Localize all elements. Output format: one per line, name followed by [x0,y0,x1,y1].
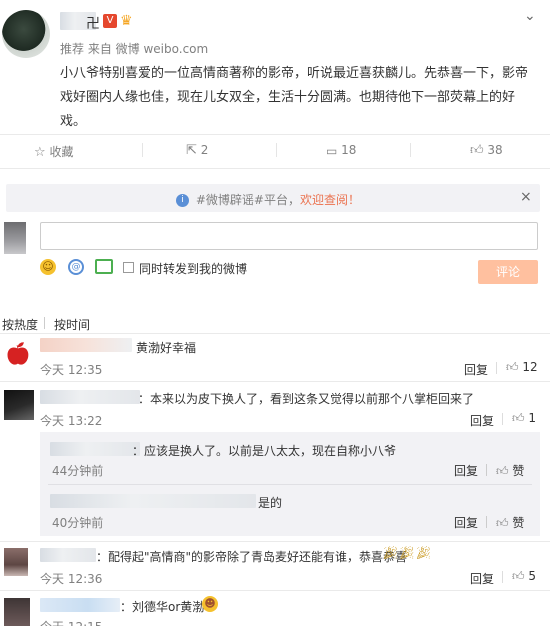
verified-badge-icon: V [103,14,117,28]
grin-emoji-icon: ☻ [202,596,218,612]
image-icon[interactable] [95,259,113,274]
reply-like-label: 赞 [512,464,525,478]
comment-time: 今天 13:22 [40,414,103,428]
comment-time: 今天 12:36 [40,572,103,586]
comment-text: ：配得起"高情商"的影帝除了青岛麦好还能有谁，恭喜恭喜 [96,550,408,564]
vip-crown-icon: ♛ [120,13,133,29]
post-source: 推荐 来自 微博 weibo.com [60,40,208,57]
reply-button[interactable]: 回复 [470,412,494,429]
like-button[interactable]: 👍︎ 38 [470,143,503,158]
comment-avatar[interactable]: 🍎︎ [4,342,32,368]
emoji-icon[interactable]: ☺ [40,259,56,275]
info-icon: i [176,194,189,207]
expand-chevron-icon[interactable]: ⌄ [524,8,536,24]
comment-avatar[interactable] [4,548,28,576]
reply-reply-button[interactable]: 回复 [454,514,478,531]
current-user-avatar [4,222,26,254]
submit-comment-button[interactable]: 评论 [478,260,538,284]
comment-text: ：本来以为皮下换人了，看到这条又觉得以前那个八掌柜回来了 [138,392,475,406]
reply-author-name[interactable] [50,442,140,456]
comment-icon: ▭ [326,143,338,158]
like-count: 38 [487,143,503,157]
favorite-label: 收藏 [49,145,74,159]
author-name-fragment: 卍 [86,16,100,32]
reply-author-name[interactable] [50,494,256,508]
commenter-name[interactable] [40,548,96,562]
reply-item: ：应该是换人了。以前是八太太，现在自称小八爷 44分钟前 回复 👍︎ 赞 [40,432,540,482]
comment-input[interactable] [40,222,538,250]
reply-button[interactable]: 回复 [464,361,488,378]
sort-by-time-tab[interactable]: 按时间 [54,316,90,333]
favorite-button[interactable]: ☆ 收藏 [34,143,74,160]
celebrate-emoji-icon: 🎉︎🎉︎🎉︎ [382,546,432,561]
reply-time: 44分钟前 [52,464,104,478]
reply-like-button[interactable]: 👍︎ 赞 [496,514,524,531]
sort-by-hot-tab[interactable]: 按热度 [2,316,38,333]
comment-avatar[interactable] [4,598,30,626]
comment-like-count: 5 [528,569,537,583]
source-text[interactable]: 来自 微博 weibo.com [88,42,208,56]
reply-like-label: 赞 [512,516,525,530]
reply-like-button[interactable]: 👍︎ 赞 [496,462,524,479]
comment-like-count: 1 [528,411,537,425]
reply-button[interactable]: 回复 [470,570,494,587]
repost-icon: ⇱ [186,143,197,158]
comment-text: ：刘德华or黄渤 [120,600,205,614]
reply-reply-button[interactable]: 回复 [454,462,478,479]
reply-item: 是的 40分钟前 回复 👍︎ 赞 [40,486,540,536]
repost-count: 2 [200,143,209,157]
star-icon: ☆ [34,145,46,160]
comment-like-button[interactable]: 👍︎ 12 [506,360,538,375]
thumbs-up-icon: 👍︎ [506,360,519,374]
notice-text: i #微博辟谣#平台，欢迎查阅！ [176,191,360,208]
topic-icon[interactable]: @ [68,259,84,275]
comment-time: 今天 12:15 [40,618,102,626]
comment-time: 今天 12:35 [40,363,103,377]
comment-avatar[interactable] [4,390,34,420]
thumbs-up-icon: 👍︎ [470,143,484,158]
author-avatar[interactable] [2,10,50,58]
source-prefix: 推荐 [60,42,85,56]
commenter-name[interactable] [40,338,132,352]
comment-like-button[interactable]: 👍︎ 5 [512,569,536,584]
comment-like-button[interactable]: 👍︎ 1 [512,411,536,426]
commenter-name[interactable] [40,598,120,612]
notice-link[interactable]: 欢迎查阅！ [300,193,360,207]
comment-button[interactable]: ▭ 18 [326,143,356,158]
thumbs-up-icon: 👍︎ [496,516,509,530]
comment-text: 黄渤好幸福 [136,341,197,355]
commenter-name[interactable] [40,390,140,404]
notice-prefix[interactable]: #微博辟谣#平台， [196,193,300,207]
thumbs-up-icon: 👍︎ [512,411,525,425]
thumbs-up-icon: 👍︎ [496,464,509,478]
comment-like-count: 12 [522,360,538,374]
repost-button[interactable]: ⇱ 2 [186,143,208,158]
notice-close-button[interactable]: × [520,189,532,205]
reply-text: 是的 [258,496,283,510]
post-content: 小八爷特别喜爱的一位高情商著称的影帝，听说最近喜获麟儿。先恭喜一下，影帝戏好圈内… [60,66,529,129]
repost-checkbox[interactable] [123,262,134,273]
reply-time: 40分钟前 [52,516,104,530]
repost-checkbox-label: 同时转发到我的微博 [139,262,248,276]
comment-count: 18 [341,143,357,157]
reply-text: ：应该是换人了。以前是八太太，现在自称小八爷 [132,444,397,458]
thumbs-up-icon: 👍︎ [512,569,525,583]
